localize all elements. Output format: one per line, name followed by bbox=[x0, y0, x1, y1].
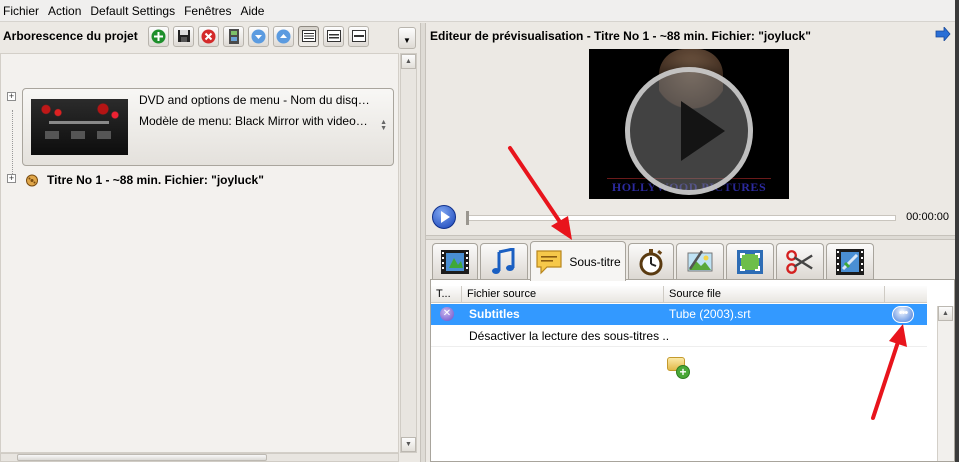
title-node-label: Titre No 1 - ~88 min. Fichier: "joyluck" bbox=[47, 173, 264, 187]
tab-audio[interactable] bbox=[480, 243, 528, 279]
view-small-icon bbox=[351, 30, 366, 42]
tab-subtitle-label: Sous-titre bbox=[569, 254, 621, 269]
ellipsis-icon: ••• bbox=[898, 307, 909, 319]
subtitle-list-vertical-scrollbar[interactable]: ▲ bbox=[937, 306, 954, 461]
player-controls: 00:00:00 bbox=[426, 203, 955, 231]
crop-frame-icon bbox=[736, 249, 764, 275]
preview-editor-panel: Editeur de prévisualisation - Titre No 1… bbox=[426, 23, 955, 462]
film-strip-icon bbox=[228, 28, 239, 44]
film-icon bbox=[441, 249, 469, 275]
menu-default-settings[interactable]: Default Settings bbox=[90, 4, 180, 18]
view-small-button[interactable] bbox=[348, 25, 369, 47]
more-options-button[interactable]: ••• bbox=[892, 306, 914, 323]
stopwatch-icon bbox=[637, 248, 665, 275]
title-node-expander[interactable]: + bbox=[7, 174, 16, 183]
add-subtitle-icon[interactable]: + bbox=[667, 357, 691, 381]
arrow-right-icon[interactable] bbox=[935, 25, 951, 43]
scroll-up-icon[interactable]: ▲ bbox=[938, 306, 953, 321]
film-strip-button[interactable] bbox=[223, 25, 244, 47]
speech-bubble-icon bbox=[535, 249, 563, 275]
video-preview[interactable]: HOLLYWOOD PICTURES bbox=[589, 49, 789, 199]
scroll-down-icon[interactable]: ▼ bbox=[401, 437, 416, 452]
menu-node-template-info: Modèle de menu: Black Mirror with video … bbox=[139, 114, 371, 128]
view-large-button[interactable] bbox=[298, 25, 319, 47]
horizontal-scroll-thumb[interactable] bbox=[17, 454, 267, 461]
menu-fichier[interactable]: Fichier bbox=[3, 4, 44, 18]
save-icon bbox=[177, 30, 190, 42]
project-tree-panel: Arborescence du projet ▼ + DVD and optio… bbox=[0, 23, 420, 462]
tab-picture[interactable] bbox=[676, 243, 724, 279]
seek-thumb[interactable] bbox=[466, 211, 469, 225]
subtitle-list: T... Fichier source Source file ✕ Subtit… bbox=[430, 279, 955, 462]
preview-editor-title: Editeur de prévisualisation - Titre No 1… bbox=[430, 29, 811, 43]
add-icon bbox=[151, 29, 166, 43]
move-down-icon bbox=[251, 29, 266, 43]
column-type[interactable]: T... bbox=[431, 286, 462, 303]
title-node[interactable]: Titre No 1 - ~88 min. Fichier: "joyluck" bbox=[25, 173, 264, 187]
row-fichier-source: Désactiver la lecture des sous-titres ..… bbox=[469, 329, 669, 343]
view-medium-icon bbox=[326, 30, 341, 42]
image-edit-icon bbox=[686, 249, 714, 275]
movie-reel-icon bbox=[25, 174, 39, 187]
tab-chapters[interactable] bbox=[628, 243, 674, 279]
menu-template-thumbnail bbox=[31, 99, 128, 155]
delete-icon bbox=[201, 29, 216, 43]
menu-node-disc-info: DVD and options de menu - Nom du disque:… bbox=[139, 93, 371, 107]
scroll-up-icon[interactable]: ▲ bbox=[401, 54, 416, 69]
project-tree-title: Arborescence du projet bbox=[3, 29, 138, 43]
editor-tabbar: Sous-titre bbox=[430, 241, 955, 281]
move-up-icon bbox=[276, 29, 291, 43]
project-tree-vertical-scrollbar[interactable]: ▲ ▼ bbox=[400, 53, 417, 453]
time-readout: 00:00:00 bbox=[906, 211, 949, 223]
tab-crop[interactable] bbox=[726, 243, 774, 279]
menu-action[interactable]: Action bbox=[48, 4, 86, 18]
menubar: Fichier Action Default Settings Fenêtres… bbox=[0, 0, 959, 22]
panel-menu-dropdown[interactable]: ▼ bbox=[398, 27, 416, 49]
add-button[interactable] bbox=[148, 25, 169, 47]
view-large-icon bbox=[301, 30, 316, 42]
play-button[interactable] bbox=[432, 205, 456, 229]
menu-node-expander[interactable]: + bbox=[7, 92, 16, 101]
tab-video[interactable] bbox=[432, 243, 478, 279]
film-effects-icon bbox=[836, 248, 864, 275]
subtitle-list-header: T... Fichier source Source file bbox=[431, 286, 927, 303]
project-tree-horizontal-scrollbar[interactable] bbox=[0, 453, 399, 462]
project-tree-header: Arborescence du projet ▼ bbox=[0, 23, 420, 49]
row-source-file: Tube (2003).srt bbox=[669, 307, 751, 321]
seek-slider[interactable] bbox=[466, 215, 896, 221]
column-source-file[interactable]: Source file bbox=[664, 286, 885, 303]
play-overlay-icon[interactable] bbox=[625, 67, 753, 195]
dvd-menu-node[interactable]: DVD and options de menu - Nom du disque:… bbox=[22, 88, 394, 166]
row-fichier-source: Subtitles bbox=[469, 307, 520, 321]
horizontal-splitter[interactable] bbox=[426, 235, 955, 240]
move-up-button[interactable] bbox=[273, 25, 294, 47]
menu-aide[interactable]: Aide bbox=[240, 4, 269, 18]
view-medium-button[interactable] bbox=[323, 25, 344, 47]
subtitle-file-icon: ✕ bbox=[440, 307, 454, 321]
chevron-down-icon: ▼ bbox=[403, 36, 411, 45]
window-frame-edge bbox=[955, 0, 959, 462]
project-tree: + DVD and options de menu - Nom du disqu… bbox=[0, 53, 399, 453]
tree-connector-line bbox=[12, 110, 13, 180]
tab-cut[interactable] bbox=[776, 243, 824, 279]
play-icon bbox=[441, 211, 450, 223]
music-note-icon bbox=[490, 247, 518, 275]
scissors-icon bbox=[786, 249, 814, 275]
save-button[interactable] bbox=[173, 25, 194, 47]
column-fichier-source[interactable]: Fichier source bbox=[462, 286, 664, 303]
tab-subtitle[interactable]: Sous-titre bbox=[530, 241, 626, 281]
spin-arrows-icon[interactable]: ▲ ▼ bbox=[380, 119, 387, 132]
tab-effects[interactable] bbox=[826, 243, 874, 279]
delete-button[interactable] bbox=[198, 25, 219, 47]
subtitle-row-selected[interactable]: ✕ Subtitles Tube (2003).srt ••• bbox=[431, 304, 927, 325]
subtitle-row-disable[interactable]: Désactiver la lecture des sous-titres ..… bbox=[431, 326, 927, 347]
menu-fenetres[interactable]: Fenêtres bbox=[184, 4, 236, 18]
move-down-button[interactable] bbox=[248, 25, 269, 47]
